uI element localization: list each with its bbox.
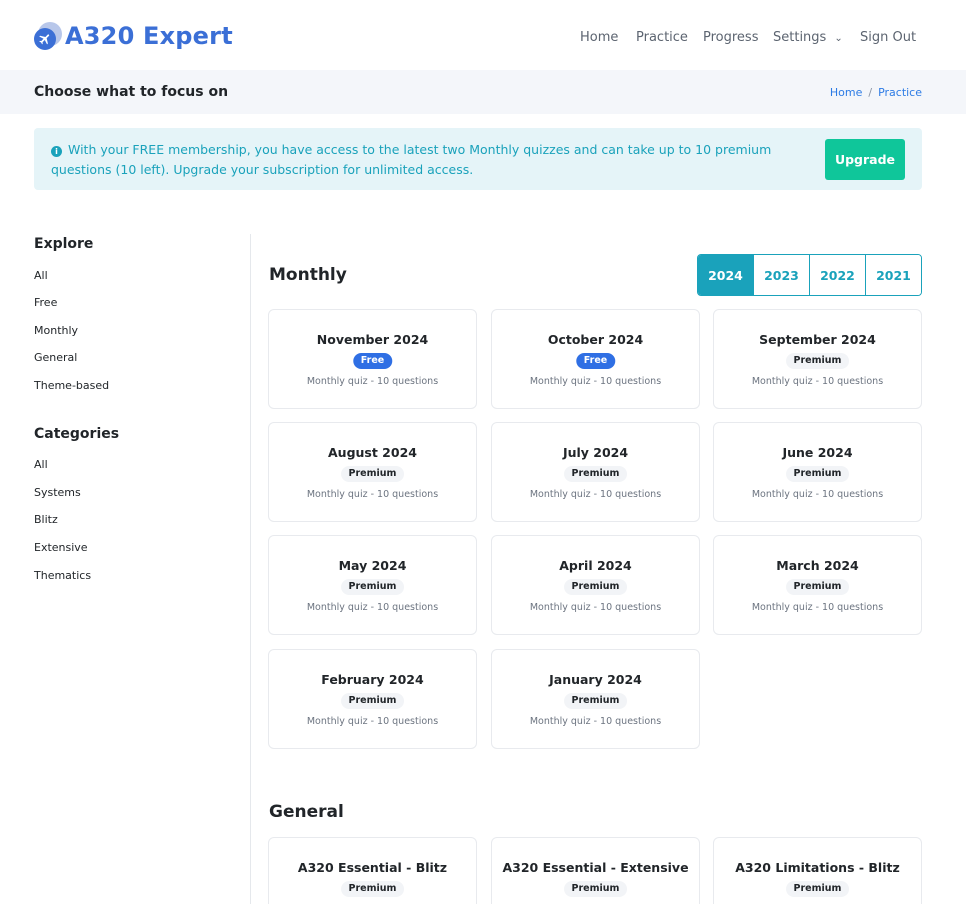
nav-sign-out[interactable]: Sign Out bbox=[860, 30, 916, 45]
quiz-card[interactable]: February 2024 Premium Monthly quiz - 10 … bbox=[268, 649, 477, 749]
premium-badge: Premium bbox=[785, 579, 850, 595]
quiz-card[interactable]: A320 Limitations - Blitz Premium bbox=[713, 837, 922, 904]
info-icon: i bbox=[51, 146, 62, 157]
chevron-down-icon: ⌄ bbox=[834, 33, 843, 44]
premium-badge: Premium bbox=[785, 466, 850, 482]
card-title: November 2024 bbox=[316, 332, 429, 347]
quiz-card[interactable]: March 2024 Premium Monthly quiz - 10 que… bbox=[713, 535, 922, 635]
year-2024-button[interactable]: 2024 bbox=[698, 255, 753, 295]
nav-settings[interactable]: Settings ⌄ bbox=[773, 30, 843, 45]
quiz-card[interactable]: April 2024 Premium Monthly quiz - 10 que… bbox=[491, 535, 700, 635]
card-subtitle: Monthly quiz - 10 questions bbox=[751, 602, 884, 613]
card-title: March 2024 bbox=[776, 558, 859, 573]
sidebar-divider bbox=[250, 234, 251, 904]
card-title: A320 Limitations - Blitz bbox=[735, 860, 900, 875]
card-title: A320 Essential - Blitz bbox=[297, 860, 448, 875]
premium-badge: Premium bbox=[340, 466, 405, 482]
card-subtitle: Monthly quiz - 10 questions bbox=[751, 376, 884, 387]
breadcrumb-separator: / bbox=[868, 86, 873, 99]
explore-heading: Explore bbox=[34, 236, 94, 252]
year-2023-button[interactable]: 2023 bbox=[753, 255, 809, 295]
explore-all[interactable]: All bbox=[34, 269, 48, 282]
category-systems[interactable]: Systems bbox=[34, 486, 81, 499]
nav-progress[interactable]: Progress bbox=[703, 30, 758, 45]
card-subtitle: Monthly quiz - 10 questions bbox=[529, 716, 662, 727]
card-title: September 2024 bbox=[759, 332, 876, 347]
breadcrumb-home[interactable]: Home bbox=[830, 86, 862, 99]
premium-badge: Premium bbox=[785, 353, 850, 369]
premium-badge: Premium bbox=[340, 881, 405, 897]
general-section-title: General bbox=[269, 802, 344, 822]
premium-badge: Premium bbox=[340, 693, 405, 709]
quiz-card[interactable]: A320 Essential - Extensive Premium bbox=[491, 837, 700, 904]
premium-badge: Premium bbox=[563, 579, 628, 595]
card-subtitle: Monthly quiz - 10 questions bbox=[529, 602, 662, 613]
upgrade-button[interactable]: Upgrade bbox=[825, 139, 905, 180]
quiz-card[interactable]: November 2024 Free Monthly quiz - 10 que… bbox=[268, 309, 477, 409]
premium-badge: Premium bbox=[563, 881, 628, 897]
category-blitz[interactable]: Blitz bbox=[34, 513, 58, 526]
premium-badge: Premium bbox=[563, 693, 628, 709]
plane-icon bbox=[34, 22, 62, 50]
quiz-card[interactable]: January 2024 Premium Monthly quiz - 10 q… bbox=[491, 649, 700, 749]
brand-logo[interactable]: A320 Expert bbox=[34, 22, 233, 50]
free-badge: Free bbox=[575, 353, 616, 369]
nav-home[interactable]: Home bbox=[580, 30, 618, 45]
nav-practice[interactable]: Practice bbox=[636, 30, 688, 45]
breadcrumb: Home / Practice bbox=[830, 86, 922, 99]
card-title: February 2024 bbox=[321, 672, 424, 687]
explore-general[interactable]: General bbox=[34, 351, 77, 364]
premium-badge: Premium bbox=[340, 579, 405, 595]
card-title: January 2024 bbox=[549, 672, 642, 687]
card-title: August 2024 bbox=[328, 445, 417, 460]
card-title: October 2024 bbox=[547, 332, 644, 347]
page-header-bar: Choose what to focus on Home / Practice bbox=[0, 70, 966, 114]
quiz-card[interactable]: July 2024 Premium Monthly quiz - 10 ques… bbox=[491, 422, 700, 522]
premium-badge: Premium bbox=[563, 466, 628, 482]
card-subtitle: Monthly quiz - 10 questions bbox=[529, 376, 662, 387]
quiz-card[interactable]: October 2024 Free Monthly quiz - 10 ques… bbox=[491, 309, 700, 409]
card-subtitle: Monthly quiz - 10 questions bbox=[306, 716, 439, 727]
categories-heading: Categories bbox=[34, 426, 120, 442]
card-subtitle: Monthly quiz - 10 questions bbox=[306, 602, 439, 613]
top-navbar: A320 Expert Home Practice Progress Setti… bbox=[0, 0, 966, 70]
explore-free[interactable]: Free bbox=[34, 296, 57, 309]
year-2021-button[interactable]: 2021 bbox=[865, 255, 921, 295]
quiz-card[interactable]: June 2024 Premium Monthly quiz - 10 ques… bbox=[713, 422, 922, 522]
card-title: A320 Essential - Extensive bbox=[502, 860, 689, 875]
card-title: April 2024 bbox=[559, 558, 632, 573]
quiz-card[interactable]: September 2024 Premium Monthly quiz - 10… bbox=[713, 309, 922, 409]
year-2022-button[interactable]: 2022 bbox=[809, 255, 865, 295]
explore-monthly[interactable]: Monthly bbox=[34, 324, 78, 337]
card-title: July 2024 bbox=[562, 445, 629, 460]
premium-badge: Premium bbox=[785, 881, 850, 897]
membership-alert: i With your FREE membership, you have acc… bbox=[34, 128, 922, 190]
category-thematics[interactable]: Thematics bbox=[34, 569, 91, 582]
free-badge: Free bbox=[352, 353, 393, 369]
category-all[interactable]: All bbox=[34, 458, 48, 471]
alert-text: With your FREE membership, you have acce… bbox=[51, 142, 772, 177]
nav-settings-label: Settings bbox=[773, 30, 827, 45]
monthly-section-title: Monthly bbox=[269, 265, 347, 285]
explore-theme-based[interactable]: Theme-based bbox=[34, 379, 109, 392]
card-subtitle: Monthly quiz - 10 questions bbox=[751, 489, 884, 500]
card-subtitle: Monthly quiz - 10 questions bbox=[306, 376, 439, 387]
brand-name: A320 Expert bbox=[65, 22, 233, 50]
quiz-card[interactable]: August 2024 Premium Monthly quiz - 10 qu… bbox=[268, 422, 477, 522]
card-subtitle: Monthly quiz - 10 questions bbox=[529, 489, 662, 500]
alert-message: i With your FREE membership, you have acc… bbox=[51, 140, 811, 180]
quiz-card[interactable]: A320 Essential - Blitz Premium bbox=[268, 837, 477, 904]
card-title: May 2024 bbox=[338, 558, 407, 573]
breadcrumb-practice[interactable]: Practice bbox=[878, 86, 922, 99]
page-title: Choose what to focus on bbox=[34, 84, 229, 100]
card-title: June 2024 bbox=[782, 445, 853, 460]
card-subtitle: Monthly quiz - 10 questions bbox=[306, 489, 439, 500]
category-extensive[interactable]: Extensive bbox=[34, 541, 88, 554]
quiz-card[interactable]: May 2024 Premium Monthly quiz - 10 quest… bbox=[268, 535, 477, 635]
year-filter: 2024 2023 2022 2021 bbox=[697, 254, 922, 296]
